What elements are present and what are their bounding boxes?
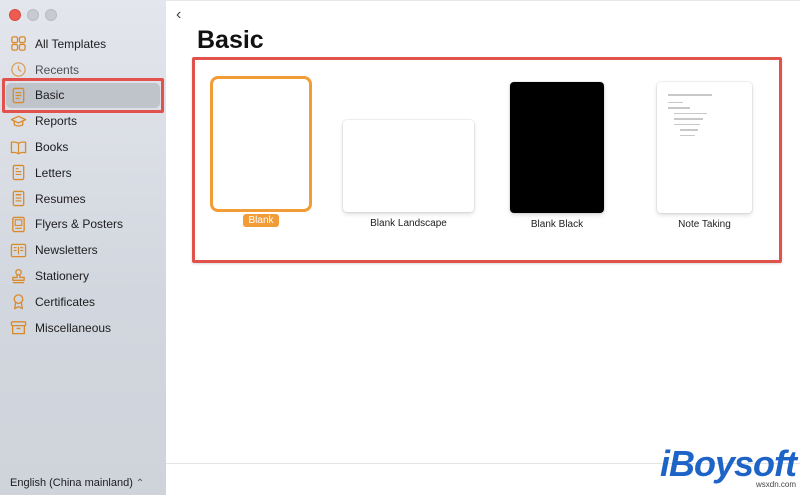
template-note-taking[interactable]: Note Taking <box>657 82 752 230</box>
minimize-window-button[interactable] <box>27 9 39 21</box>
sidebar-item-flyers-posters[interactable]: Flyers & Posters <box>0 212 166 238</box>
template-blank-black[interactable]: Blank Black <box>510 82 604 230</box>
template-label: Blank Black <box>530 219 584 230</box>
graduation-cap-icon <box>9 112 27 130</box>
sidebar-item-label: Certificates <box>35 294 96 309</box>
template-thumbnail[interactable] <box>343 120 474 212</box>
sidebar-item-label: All Templates <box>35 36 107 51</box>
grid-icon <box>9 35 27 53</box>
sidebar-item-resumes[interactable]: Resumes <box>0 186 166 212</box>
template-label: Blank <box>243 214 279 227</box>
resume-icon <box>9 190 27 208</box>
sidebar-item-basic[interactable]: Basic <box>2 77 164 114</box>
clock-icon <box>9 61 27 79</box>
sidebar-item-label: Stationery <box>35 269 90 284</box>
note-preview-lines <box>657 82 752 152</box>
sidebar-item-reports[interactable]: Reports <box>0 108 166 134</box>
newsletter-icon <box>9 241 27 259</box>
stamp-icon <box>9 267 27 285</box>
zoom-window-button[interactable] <box>45 9 57 21</box>
template-blank-landscape[interactable]: Blank Landscape <box>343 120 474 229</box>
ribbon-icon <box>9 293 27 311</box>
sidebar-item-label: Miscellaneous <box>35 320 112 335</box>
close-window-button[interactable] <box>9 9 21 21</box>
box-icon <box>9 319 27 337</box>
language-label: English (China mainland) <box>10 477 133 489</box>
sidebar-item-label: Recents <box>35 62 80 77</box>
sidebar-item-letters[interactable]: Letters <box>0 160 166 186</box>
template-label: Note Taking <box>678 219 731 230</box>
letter-icon <box>9 164 27 182</box>
sidebar-item-books[interactable]: Books <box>0 134 166 160</box>
page-title: Basic <box>197 26 264 54</box>
templates-highlight-box: Blank Blank Landscape Blank Black Note T… <box>192 57 782 263</box>
window-controls <box>9 9 57 21</box>
template-thumbnail[interactable] <box>510 82 604 213</box>
watermark: iBoysoft wsxdn.com <box>660 443 797 490</box>
sidebar-item-certificates[interactable]: Certificates <box>0 289 166 315</box>
watermark-logo: iBoysoft <box>660 443 797 484</box>
sidebar-item-newsletters[interactable]: Newsletters <box>0 237 166 263</box>
template-thumbnail[interactable] <box>657 82 752 213</box>
document-icon <box>9 86 27 104</box>
divider <box>166 0 800 1</box>
pages-template-chooser: All Templates Recents Basic Reports Book… <box>0 0 800 495</box>
template-label: Blank Landscape <box>370 218 447 229</box>
sidebar-item-stationery[interactable]: Stationery <box>0 263 166 289</box>
back-button[interactable]: ‹ <box>176 6 181 24</box>
sidebar-item-label: Reports <box>35 114 78 129</box>
book-icon <box>9 138 27 156</box>
template-thumbnail[interactable] <box>213 79 309 209</box>
sidebar-item-label: Resumes <box>35 191 86 206</box>
sidebar-item-label: Newsletters <box>35 243 98 258</box>
chevron-updown-icon: ⌃ <box>135 477 145 489</box>
language-selector[interactable]: English (China mainland) ⌃ <box>10 477 144 489</box>
sidebar-item-all-templates[interactable]: All Templates <box>0 31 166 57</box>
sidebar-item-label: Letters <box>35 165 72 180</box>
main-content: ‹ Basic Blank Blank Landscape Blank Blac… <box>166 0 800 495</box>
sidebar-item-label: Books <box>35 140 69 155</box>
sidebar-item-label: Basic <box>35 88 65 103</box>
sidebar-item-miscellaneous[interactable]: Miscellaneous <box>0 315 166 341</box>
template-blank[interactable]: Blank <box>213 79 309 227</box>
sidebar: All Templates Recents Basic Reports Book… <box>0 0 167 495</box>
flyer-icon <box>9 215 27 233</box>
sidebar-item-label: Flyers & Posters <box>35 217 124 232</box>
template-category-list: All Templates Recents Basic Reports Book… <box>0 31 166 341</box>
